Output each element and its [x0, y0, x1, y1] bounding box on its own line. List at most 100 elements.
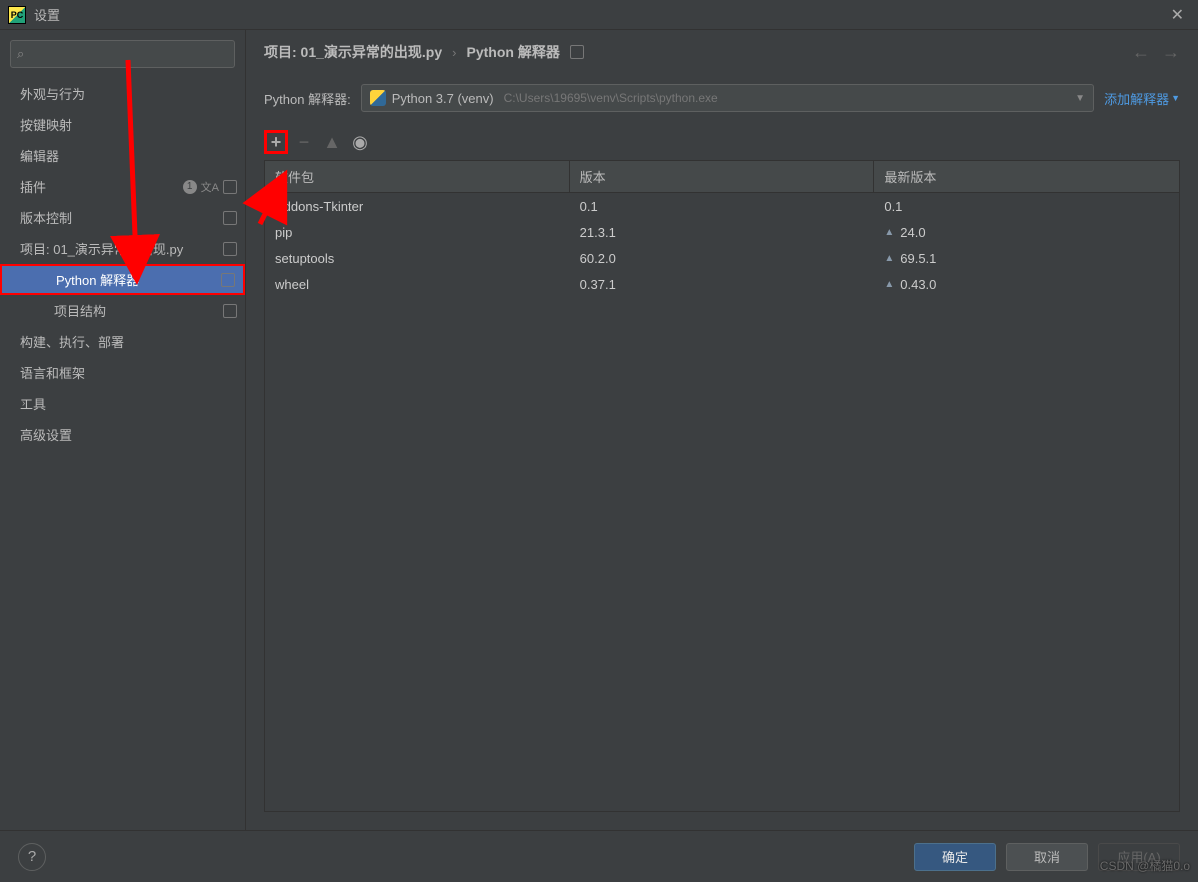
breadcrumb-interpreter: Python 解释器 — [466, 42, 559, 62]
nav-forward-icon[interactable]: → — [1162, 42, 1180, 63]
cell-version: 0.37.1 — [570, 277, 875, 292]
cell-name: setuptools — [265, 251, 570, 266]
app-icon: PC — [8, 6, 26, 24]
interpreter-row: Python 解释器: Python 3.7 (venv) C:\Users\1… — [246, 74, 1198, 122]
table-row[interactable]: wheel0.37.1▲0.43.0 — [265, 271, 1179, 297]
cancel-button[interactable]: 取消 — [1006, 843, 1088, 871]
upgrade-icon: ▲ — [884, 279, 894, 290]
sidebar-item-label: 项目: 01_演示异常的出现.py — [20, 239, 223, 258]
cell-latest: ▲24.0 — [874, 225, 1179, 240]
titlebar: PC 设置 ✕ — [0, 0, 1198, 30]
project-icon — [223, 211, 237, 225]
cell-version: 60.2.0 — [570, 251, 875, 266]
project-icon — [221, 273, 235, 287]
col-header-latest[interactable]: 最新版本 — [874, 161, 1179, 192]
restart-icon — [223, 180, 237, 194]
chevron-down-icon: ⌄ — [22, 243, 30, 254]
upgrade-package-button[interactable]: ▲ — [320, 130, 344, 154]
watermark: CSDN @橘猫0.o — [1100, 857, 1190, 874]
sidebar-item-label: 高级设置 — [20, 425, 237, 444]
cell-name: pip — [265, 225, 570, 240]
help-button[interactable]: ? — [18, 843, 46, 871]
sidebar-item-label: 版本控制 — [20, 208, 223, 227]
settings-tree: › 外观与行为 按键映射 › 编辑器 插件 1 文A › 版本控制 — [0, 78, 245, 830]
search-icon: ⌕ — [17, 46, 24, 62]
table-row[interactable]: setuptools60.2.0▲69.5.1 — [265, 245, 1179, 271]
close-icon[interactable]: ✕ — [1165, 5, 1190, 25]
show-early-releases-button[interactable]: ◉ — [348, 130, 372, 154]
breadcrumb-project[interactable]: 项目: 01_演示异常的出现.py — [264, 42, 442, 62]
cell-latest: ▲69.5.1 — [874, 251, 1179, 266]
package-toolbar: + − ▲ ◉ — [246, 122, 1198, 154]
project-icon — [223, 242, 237, 256]
window-title: 设置 — [34, 5, 60, 24]
add-interpreter-label: 添加解释器 — [1104, 89, 1169, 108]
interpreter-label: Python 解释器: — [264, 89, 351, 108]
package-table: 软件包 版本 最新版本 Addons-Tkinter0.10.1pip21.3.… — [264, 160, 1180, 812]
sidebar-item-label: 工具 — [20, 394, 237, 413]
breadcrumb: 项目: 01_演示异常的出现.py › Python 解释器 ← → — [246, 30, 1198, 74]
upgrade-icon: ▲ — [884, 227, 894, 238]
chevron-right-icon: › — [22, 150, 25, 161]
sidebar-item-plugins[interactable]: 插件 1 文A — [0, 171, 245, 202]
sidebar-item-build[interactable]: › 构建、执行、部署 — [0, 326, 245, 357]
chevron-down-icon: ▼ — [1171, 93, 1180, 103]
badge-count-icon: 1 — [183, 180, 197, 194]
cell-version: 0.1 — [570, 199, 875, 214]
ok-button[interactable]: 确定 — [914, 843, 996, 871]
add-interpreter-link[interactable]: 添加解释器 ▼ — [1104, 89, 1180, 108]
chevron-right-icon: › — [22, 336, 25, 347]
interpreter-name: Python 3.7 (venv) — [392, 91, 494, 106]
sidebar-item-label: 插件 — [20, 177, 183, 196]
upgrade-icon: ▲ — [884, 253, 894, 264]
table-body: Addons-Tkinter0.10.1pip21.3.1▲24.0setupt… — [265, 193, 1179, 297]
table-row[interactable]: Addons-Tkinter0.10.1 — [265, 193, 1179, 219]
sidebar-item-project-structure[interactable]: 项目结构 — [0, 295, 245, 326]
sidebar-item-advanced[interactable]: 高级设置 — [0, 419, 245, 450]
sidebar-item-keymap[interactable]: 按键映射 — [0, 109, 245, 140]
sidebar-item-appearance[interactable]: › 外观与行为 — [0, 78, 245, 109]
dialog-footer: ? 确定 取消 应用(A) — [0, 830, 1198, 882]
search-input[interactable] — [28, 47, 228, 62]
sidebar-item-python-interpreter[interactable]: Python 解释器 — [0, 264, 245, 295]
settings-sidebar: ⌕ › 外观与行为 按键映射 › 编辑器 插件 1 文A — [0, 30, 246, 830]
sidebar-item-label: Python 解释器 — [56, 270, 221, 289]
chevron-down-icon: ▼ — [1075, 93, 1085, 104]
sidebar-item-label: 外观与行为 — [20, 84, 237, 103]
python-icon — [370, 90, 386, 106]
table-header: 软件包 版本 最新版本 — [265, 161, 1179, 193]
cell-version: 21.3.1 — [570, 225, 875, 240]
col-header-name[interactable]: 软件包 — [265, 161, 570, 192]
project-icon — [223, 304, 237, 318]
search-box[interactable]: ⌕ — [10, 40, 235, 68]
interpreter-path: C:\Users\19695\venv\Scripts\python.exe — [504, 91, 718, 105]
sidebar-item-label: 按键映射 — [20, 115, 237, 134]
plugin-badges: 1 文A — [183, 179, 237, 195]
nav-back-icon[interactable]: ← — [1132, 42, 1150, 63]
cell-name: wheel — [265, 277, 570, 292]
col-header-version[interactable]: 版本 — [570, 161, 875, 192]
chevron-right-icon: › — [22, 398, 25, 409]
sidebar-item-label: 编辑器 — [20, 146, 237, 165]
chevron-right-icon: › — [452, 45, 456, 60]
interpreter-select[interactable]: Python 3.7 (venv) C:\Users\19695\venv\Sc… — [361, 84, 1094, 112]
chevron-right-icon: › — [22, 367, 25, 378]
translate-icon: 文A — [201, 179, 219, 195]
sidebar-item-editor[interactable]: › 编辑器 — [0, 140, 245, 171]
chevron-right-icon: › — [22, 212, 25, 223]
cell-latest: ▲0.43.0 — [874, 277, 1179, 292]
sidebar-item-project[interactable]: ⌄ 项目: 01_演示异常的出现.py — [0, 233, 245, 264]
remove-package-button[interactable]: − — [292, 130, 316, 154]
sidebar-item-label: 语言和框架 — [20, 363, 237, 382]
chevron-right-icon: › — [22, 88, 25, 99]
table-row[interactable]: pip21.3.1▲24.0 — [265, 219, 1179, 245]
sidebar-item-tools[interactable]: › 工具 — [0, 388, 245, 419]
project-icon — [570, 45, 584, 59]
settings-content: 项目: 01_演示异常的出现.py › Python 解释器 ← → Pytho… — [246, 30, 1198, 830]
cell-name: Addons-Tkinter — [265, 199, 570, 214]
sidebar-item-label: 项目结构 — [54, 301, 223, 320]
add-package-button[interactable]: + — [264, 130, 288, 154]
sidebar-item-languages[interactable]: › 语言和框架 — [0, 357, 245, 388]
cell-latest: 0.1 — [874, 199, 1179, 214]
sidebar-item-vcs[interactable]: › 版本控制 — [0, 202, 245, 233]
